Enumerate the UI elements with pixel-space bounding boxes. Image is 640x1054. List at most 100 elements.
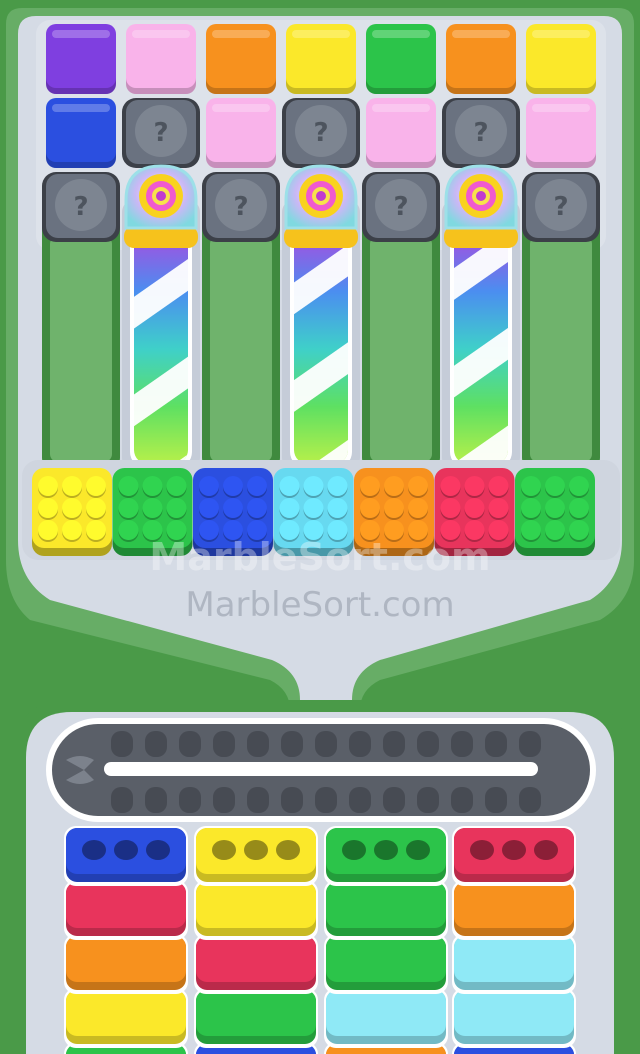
conveyor-slot — [519, 787, 541, 813]
marble — [62, 498, 82, 518]
color-tile-pink[interactable] — [366, 98, 436, 168]
hidden-tile[interactable]: ? — [122, 98, 200, 168]
conveyor-slot — [111, 731, 133, 757]
marble-box-green[interactable] — [515, 468, 595, 556]
marble-hole — [502, 840, 526, 860]
conveyor-slot — [213, 787, 235, 813]
marble — [223, 498, 243, 518]
conveyor-slot — [485, 787, 507, 813]
color-tile-pink[interactable] — [126, 24, 196, 94]
hidden-tile[interactable]: ? — [202, 172, 280, 242]
marble — [142, 498, 163, 518]
watermark-secondary: MarbleSort.com — [185, 585, 454, 625]
conveyor-slot — [145, 787, 167, 813]
game-board: ??????? MarbleSort.com MarbleSort.com — [0, 0, 640, 1054]
marble — [384, 498, 404, 518]
marble-box-yellow[interactable] — [32, 468, 112, 556]
conveyor-slot — [145, 731, 167, 757]
stack-layer-green — [324, 880, 448, 940]
channel-floor — [370, 236, 432, 462]
conveyor-slot — [519, 731, 541, 757]
marble — [247, 476, 267, 496]
marble-hole — [114, 840, 138, 860]
channel-floor — [50, 236, 112, 462]
color-stack[interactable] — [324, 826, 448, 1054]
marble-hole — [374, 840, 398, 860]
stack-layer-yellow — [64, 988, 188, 1048]
conveyor-slot — [417, 787, 439, 813]
hidden-tile[interactable]: ? — [42, 172, 120, 242]
rainbow-tube[interactable] — [124, 164, 198, 468]
hidden-tile-mark: ? — [393, 192, 408, 222]
marble — [569, 476, 589, 496]
hidden-tile-mark: ? — [233, 192, 248, 222]
marble — [166, 476, 187, 496]
color-tile-yellow[interactable] — [286, 24, 356, 94]
marble — [569, 498, 589, 518]
marble-hole — [146, 840, 170, 860]
conveyor-slot — [451, 787, 473, 813]
color-tile-orange[interactable] — [206, 24, 276, 94]
marble — [545, 498, 565, 518]
marble-hole — [342, 840, 366, 860]
marble-hole — [244, 840, 268, 860]
marble — [303, 476, 324, 496]
stack-layer-red — [194, 934, 318, 994]
conveyor-slot — [281, 731, 303, 757]
marble-hole — [406, 840, 430, 860]
hidden-tile-mark: ? — [473, 118, 488, 148]
color-tile-pink[interactable] — [206, 98, 276, 168]
conveyor-slot — [349, 731, 371, 757]
conveyor-slot — [349, 787, 371, 813]
conveyor-slot — [315, 787, 337, 813]
marble — [199, 476, 219, 496]
marble — [408, 498, 428, 518]
rainbow-tube[interactable] — [284, 164, 358, 468]
marble — [464, 498, 485, 518]
stack-layer-orange — [64, 934, 188, 994]
stack-layer-red — [452, 826, 576, 886]
marble-hole — [470, 840, 494, 860]
marble — [62, 520, 82, 540]
conveyor-slot — [281, 787, 303, 813]
hidden-tile[interactable]: ? — [282, 98, 360, 168]
hidden-tile[interactable]: ? — [442, 98, 520, 168]
hidden-tile[interactable]: ? — [522, 172, 600, 242]
color-tile-blue[interactable] — [46, 98, 116, 168]
conveyor-slot — [213, 731, 235, 757]
color-stack[interactable] — [452, 826, 576, 1054]
marble — [521, 520, 541, 540]
marble — [327, 476, 348, 496]
color-tile-pink[interactable] — [526, 98, 596, 168]
conveyor-slot — [179, 787, 201, 813]
marble — [360, 476, 380, 496]
marble — [166, 498, 187, 518]
watermark-primary: MarbleSort.com — [149, 535, 490, 579]
color-tile-purple[interactable] — [46, 24, 116, 94]
stack-layer-lightblue — [452, 988, 576, 1048]
marble — [464, 476, 485, 496]
hidden-tile[interactable]: ? — [362, 172, 440, 242]
marble — [247, 498, 267, 518]
color-tile-orange[interactable] — [446, 24, 516, 94]
marble — [62, 476, 82, 496]
conveyor-slot — [111, 787, 133, 813]
color-stack[interactable] — [194, 826, 318, 1054]
stack-layer-lightblue — [324, 988, 448, 1048]
marble — [279, 476, 300, 496]
marble — [569, 520, 589, 540]
marble-hole — [82, 840, 106, 860]
marble — [199, 498, 219, 518]
hidden-tile-mark: ? — [553, 192, 568, 222]
color-stack[interactable] — [64, 826, 188, 1054]
conveyor-slot — [485, 731, 507, 757]
channel-floor — [210, 236, 272, 462]
marble-hole — [276, 840, 300, 860]
color-tile-yellow[interactable] — [526, 24, 596, 94]
conveyor-slot — [315, 731, 337, 757]
marble — [360, 498, 380, 518]
channel-floor — [530, 236, 592, 462]
color-tile-green[interactable] — [366, 24, 436, 94]
marble — [440, 476, 461, 496]
rainbow-tube[interactable] — [444, 164, 518, 468]
